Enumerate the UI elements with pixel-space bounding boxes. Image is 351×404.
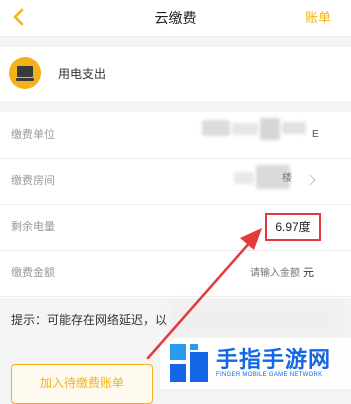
remaining-value: 6.97度 <box>265 213 321 241</box>
row-payment-room[interactable]: 缴费房间 楼 <box>0 158 351 205</box>
tv-icon <box>9 57 41 89</box>
payment-unit-label: 缴费单位 <box>11 129 55 141</box>
bill-link[interactable]: 账单 <box>305 0 331 36</box>
payment-form: 缴费单位 E 缴费房间 楼 剩余电量 缴费金额 元 <box>0 112 351 298</box>
payment-unit-value: E <box>312 129 319 140</box>
watermark: 手指手游网 FINGER MOBILE GAME NETWORK <box>160 338 351 389</box>
service-name: 用电支出 <box>58 67 107 81</box>
watermark-title: 手指手游网 <box>216 347 332 372</box>
blurred-text <box>232 123 258 135</box>
service-card: 用电支出 <box>0 47 351 101</box>
amount-unit: 元 <box>303 267 314 279</box>
chevron-right-icon[interactable] <box>304 174 316 186</box>
amount-label: 缴费金额 <box>11 267 55 279</box>
blurred-tip <box>172 302 342 338</box>
payment-room-label: 缴费房间 <box>11 175 55 187</box>
header-bar: 云缴费 账单 <box>0 0 351 37</box>
watermark-subtitle: FINGER MOBILE GAME NETWORK <box>216 372 323 378</box>
watermark-logo-icon <box>170 344 208 382</box>
tip-text: 提示：可能存在网络延迟，以 <box>11 313 168 327</box>
remaining-label: 剩余电量 <box>11 221 55 233</box>
payment-room-value: 楼 <box>282 173 292 184</box>
add-to-pending-bill-button[interactable]: 加入待缴费账单 <box>11 364 153 404</box>
blurred-text <box>260 118 280 140</box>
row-payment-unit: 缴费单位 E <box>0 112 351 159</box>
blurred-text <box>282 122 306 134</box>
amount-input[interactable] <box>200 259 300 287</box>
page-title: 云缴费 <box>154 10 197 26</box>
blurred-text <box>234 172 254 184</box>
blurred-text <box>202 120 230 136</box>
row-amount: 缴费金额 元 <box>0 250 351 297</box>
